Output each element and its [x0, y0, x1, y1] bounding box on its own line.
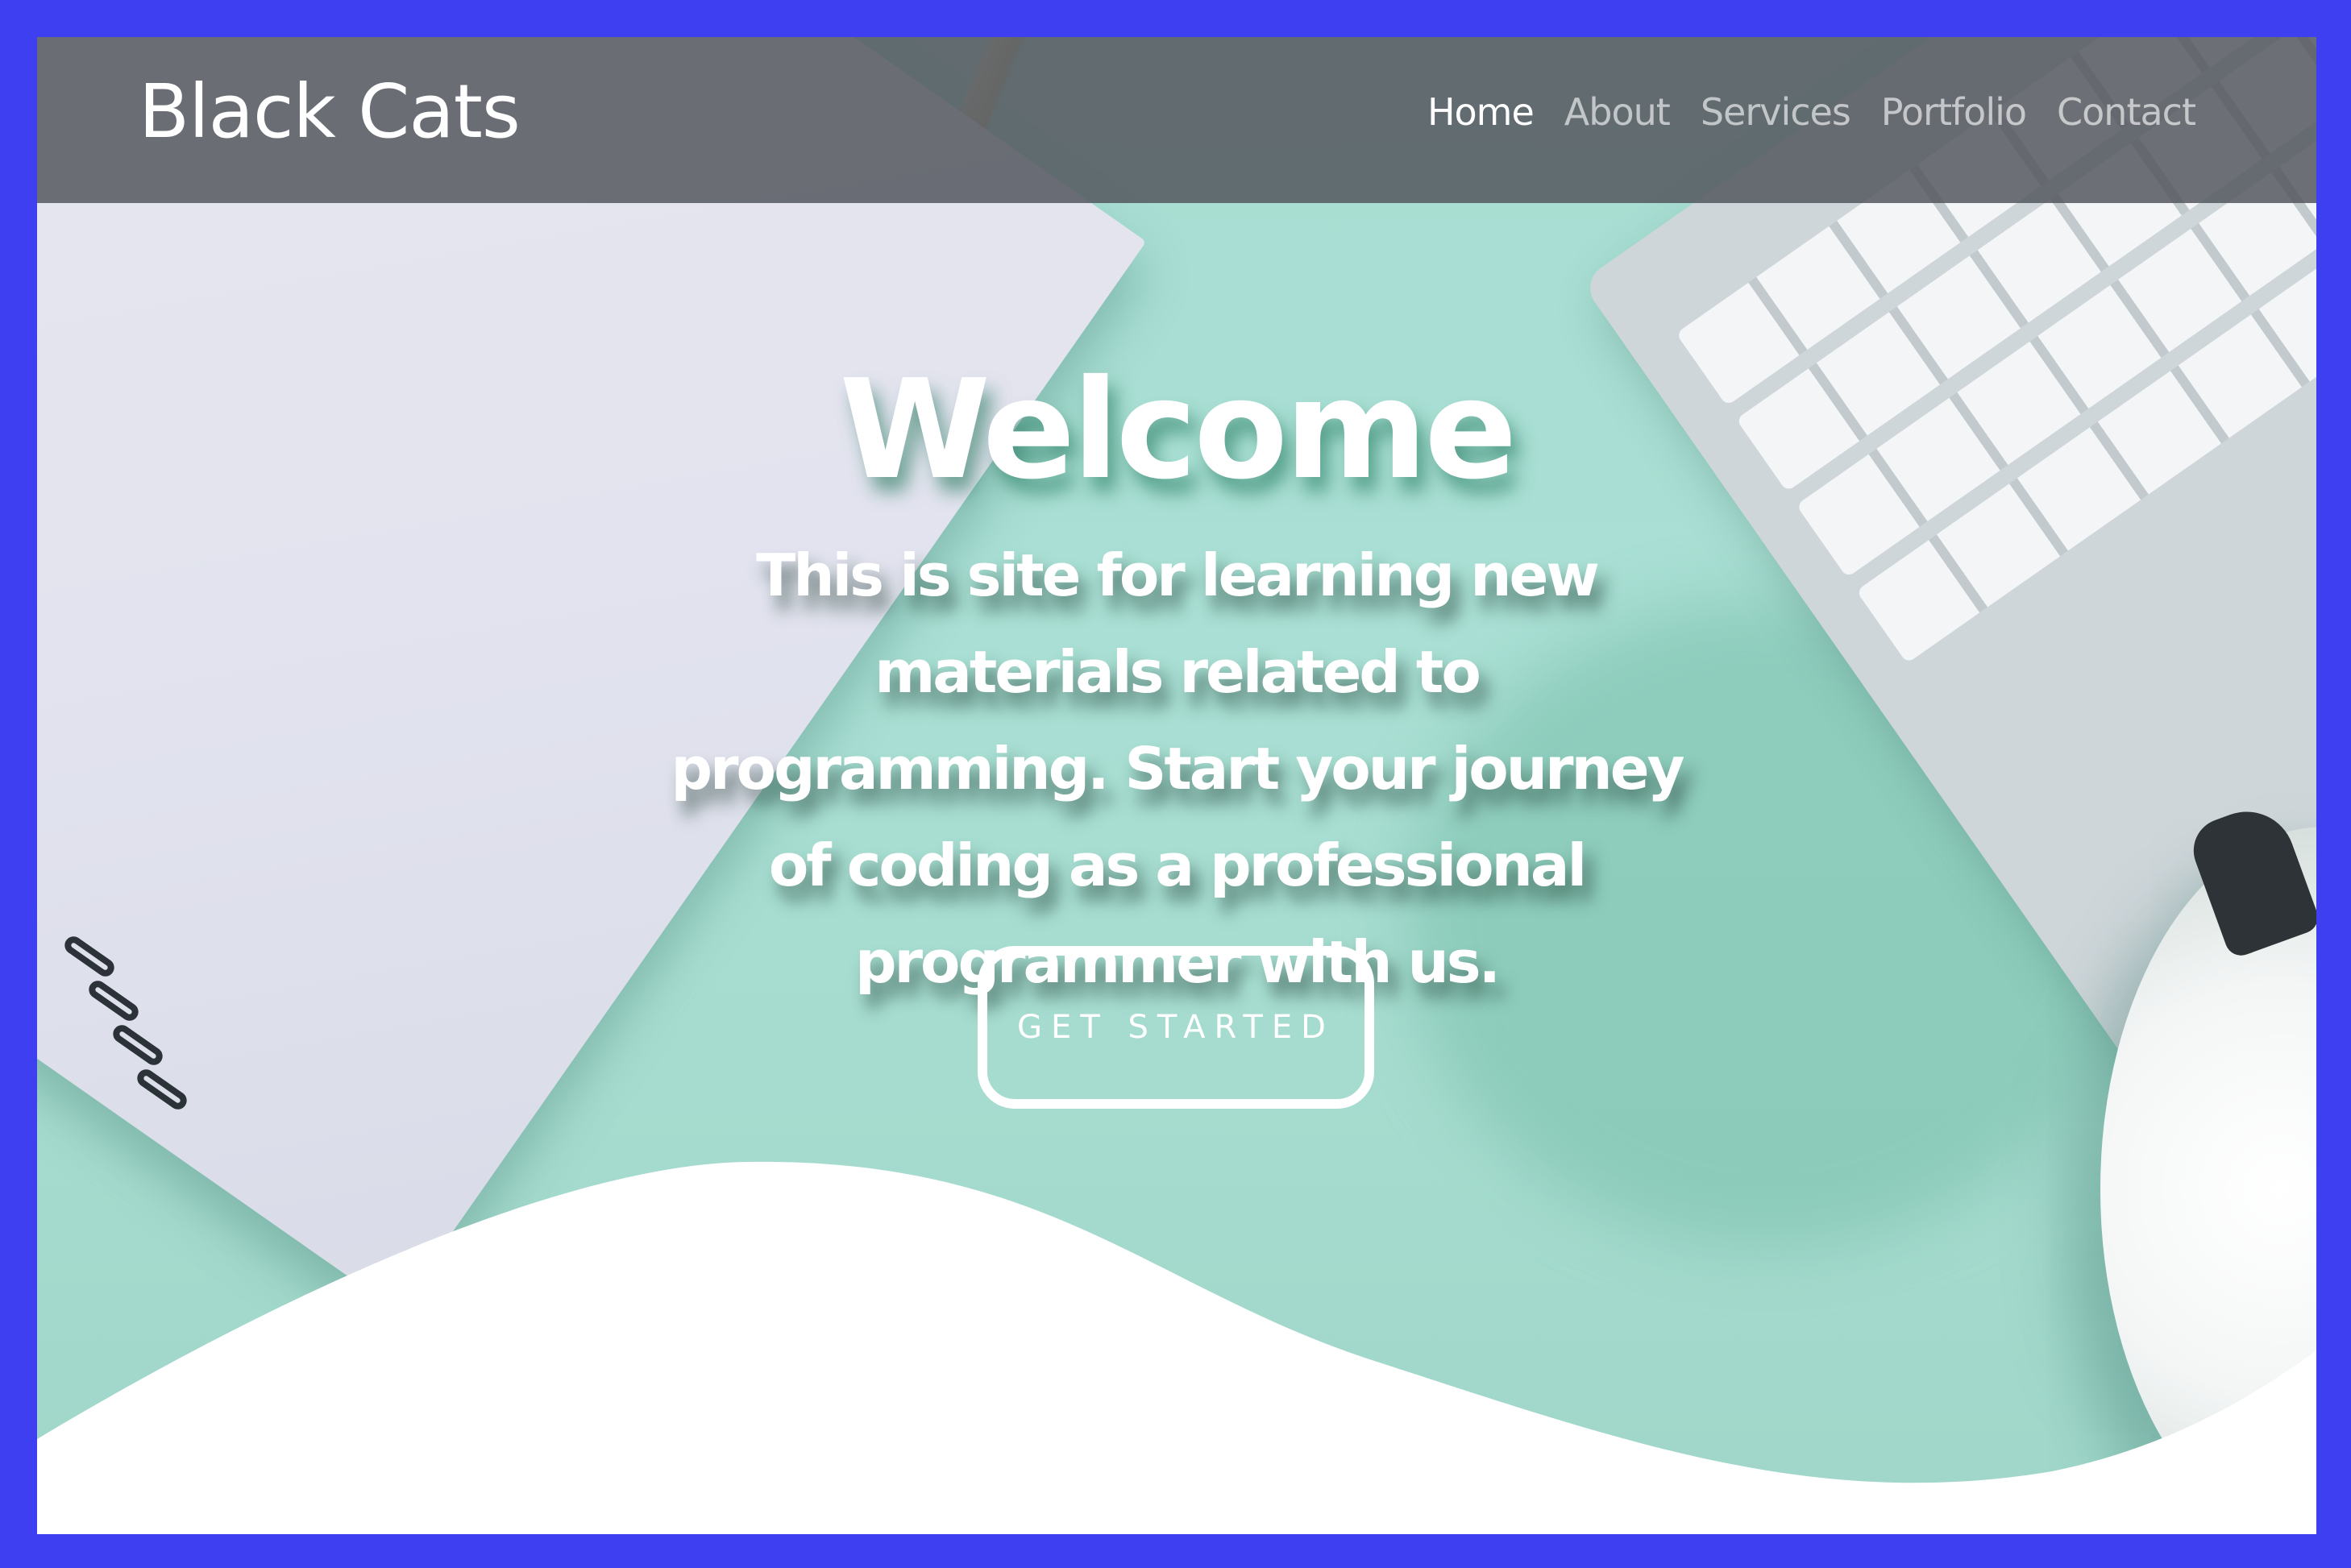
hero-section: Welcome This is site for learning new ma…	[37, 355, 2316, 1010]
brand-logo[interactable]: Black Cats	[139, 68, 521, 156]
main-nav: Home About Services Portfolio Contact	[1427, 90, 2196, 135]
get-started-button[interactable]: GET STARTED	[978, 946, 1374, 1109]
hero-subtitle: This is site for learning new materials …	[671, 541, 1684, 996]
browser-viewport: Black Cats Home About Services Portfolio…	[37, 37, 2316, 1534]
nav-link-home[interactable]: Home	[1427, 90, 1535, 135]
nav-link-contact[interactable]: Contact	[2057, 90, 2196, 135]
navbar: Black Cats Home About Services Portfolio…	[37, 37, 2316, 203]
hero-title: Welcome	[839, 351, 1517, 510]
nav-link-about[interactable]: About	[1564, 90, 1671, 135]
nav-link-portfolio[interactable]: Portfolio	[1881, 90, 2027, 135]
hero-wave-divider	[37, 1161, 2316, 1534]
nav-link-services[interactable]: Services	[1701, 90, 1851, 135]
